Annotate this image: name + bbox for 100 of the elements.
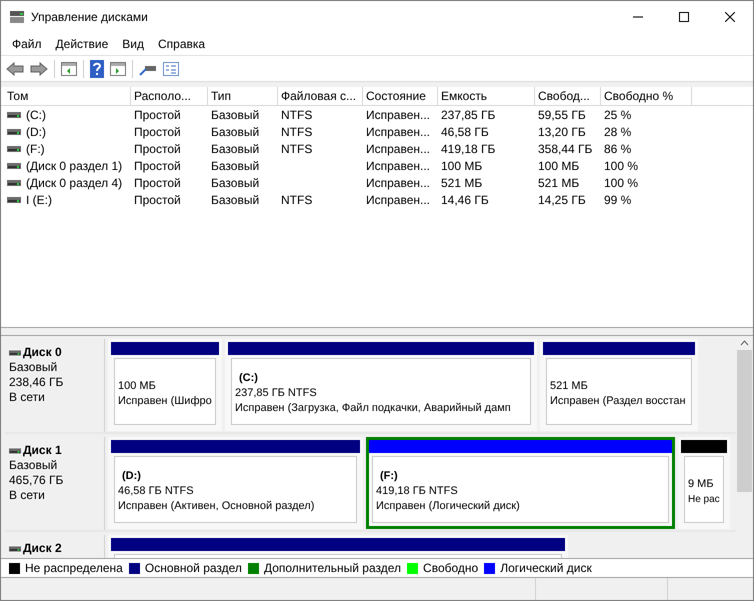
table-cell-text: NTFS [281,140,312,158]
table-cell-text: Исправен... [366,158,430,174]
table-cell-text: Простой [134,124,181,140]
table-cell-text: (Диск 0 раздел 1) [26,158,122,174]
table-cell-text: 13,20 ГБ [538,124,586,140]
window-title: Управление дисками [31,9,148,26]
table-cell-text: Исправен... [366,106,430,124]
table-cell-text: NTFS [281,124,312,140]
column-header[interactable]: Емкость [438,87,535,105]
table-cell-text: 14,25 ГБ [538,192,586,208]
drive-icon [7,162,21,168]
drive-icon [7,112,21,118]
partition-block[interactable]: 100 МБ Исправен (Шифро [108,339,222,431]
legend-label: Свободно [423,560,478,577]
table-cell-text: Базовый [211,158,260,174]
table-cell-text: Базовый [211,192,260,208]
table-cell-text: Базовый [211,140,260,158]
disk-name: Диск 2 [23,541,62,556]
table-cell-text: 100 % [604,174,638,192]
table-cell-text: (F:) [26,140,45,158]
partition-block[interactable]: (C:) 237,85 ГБ NTFS Исправен (Загрузка, Файл подкачки, Аварийный дамп [225,339,537,431]
legend-label: Логический диск [500,560,592,577]
close-icon [725,12,735,22]
column-header[interactable]: Состояние [363,87,438,105]
table-cell-text: Исправен... [366,174,430,192]
drive-icon [7,180,21,186]
table-cell-text: 521 МБ [538,174,580,192]
column-header[interactable]: Свобод... [535,87,601,105]
partition-size: 419,18 ГБ NTFS [376,484,459,499]
disk-type: Базовый [9,458,58,473]
table-cell-text: 358,44 ГБ [538,140,592,158]
column-header[interactable]: Свободно % [601,87,692,105]
legend-label: Основной раздел [144,560,242,577]
disk-type: Базовый [9,360,58,375]
drive-icon [9,350,21,356]
menu-item[interactable]: Вид [115,35,151,53]
legend-label: Дополнительный раздел [264,560,402,577]
table-cell-text: Исправен... [366,192,430,208]
partition-status: Исправен (Логический диск) [376,499,521,514]
disk-size: 465,76 ГБ [9,473,64,488]
partition-status: Исправен (Раздел восстан [550,394,687,408]
menu-item[interactable]: Действие [48,35,116,53]
partition-block[interactable]: 9 МБ Не рас [678,437,730,529]
table-cell-text: Базовый [211,106,260,124]
disk-size: 238,46 ГБ [9,375,64,390]
table-cell-text: 100 МБ [441,158,482,174]
column-header[interactable]: Том [4,87,131,105]
table-cell-text: NTFS [281,106,312,124]
partition-status: Исправен (Загрузка, Файл подкачки, Аварийный дамп [235,401,512,416]
disk-management-icon [9,10,25,24]
partition-size: 46,58 ГБ NTFS [118,484,195,499]
partition-block[interactable]: (D:) 46,58 ГБ NTFS Исправен (Активен, Основной раздел) [108,437,363,529]
table-cell-text: 86 % [604,140,632,158]
disk-status: В сети [9,488,46,503]
table-cell-text: 59,55 ГБ [538,106,586,124]
table-cell-text: Исправен... [366,140,430,158]
forward-arrow-icon[interactable] [30,62,48,76]
table-cell-text: NTFS [281,192,312,208]
drive-icon [9,546,21,552]
help-icon[interactable] [90,60,104,78]
table-cell-text: Исправен... [366,124,430,140]
legend-label: Не распределена [25,560,123,577]
partition-status: Не рас [688,492,720,506]
drive-icon [9,448,21,454]
column-header[interactable]: Располо... [131,87,208,105]
table-cell-text: Простой [134,174,181,192]
partition-size: 9 МБ [688,476,715,492]
column-header[interactable]: Тип [208,87,278,105]
table-cell-text: (Диск 0 раздел 4) [26,174,122,192]
column-header[interactable]: Файловая с... [278,87,363,105]
disk-name: Диск 0 [23,345,62,360]
table-cell-text: 46,58 ГБ [441,124,489,140]
partition-size: 521 МБ [550,378,589,394]
table-cell-text: 14,46 ГБ [441,192,489,208]
checklist-icon[interactable] [163,62,179,76]
panel-toggle-icon[interactable] [110,62,126,76]
table-cell-text: 521 МБ [441,174,482,192]
table-cell-text: Простой [134,106,181,124]
menu-item[interactable]: Файл [5,35,49,53]
disk-name: Диск 1 [23,443,62,458]
back-arrow-icon[interactable] [6,62,24,76]
table-cell-text: 100 % [604,158,638,174]
panel-toggle-icon[interactable] [61,62,77,76]
table-cell-text: Базовый [211,174,260,192]
disk-status: В сети [9,390,46,405]
table-cell-text: I (E:) [26,192,52,208]
partition-header-bar [681,440,727,453]
table-cell-text: 237,85 ГБ [441,106,496,124]
menu-item[interactable]: Справка [151,35,212,53]
partition-block[interactable]: (F:) 419,18 ГБ NTFS Исправен (Логический диск) [366,437,675,529]
partition-block[interactable]: 521 МБ Исправен (Раздел восстан [540,339,698,431]
table-cell-text: Простой [134,140,181,158]
partition-status: Исправен (Шифро [118,394,212,408]
drive-icon [7,196,21,202]
table-cell-text: 100 МБ [538,158,580,174]
partition-label: (F:) [379,469,399,484]
table-cell-text: 419,18 ГБ [441,140,496,158]
partition-label: (D:) [121,469,142,484]
partition-size: 100 МБ [118,378,157,394]
maximize-icon [679,12,689,22]
